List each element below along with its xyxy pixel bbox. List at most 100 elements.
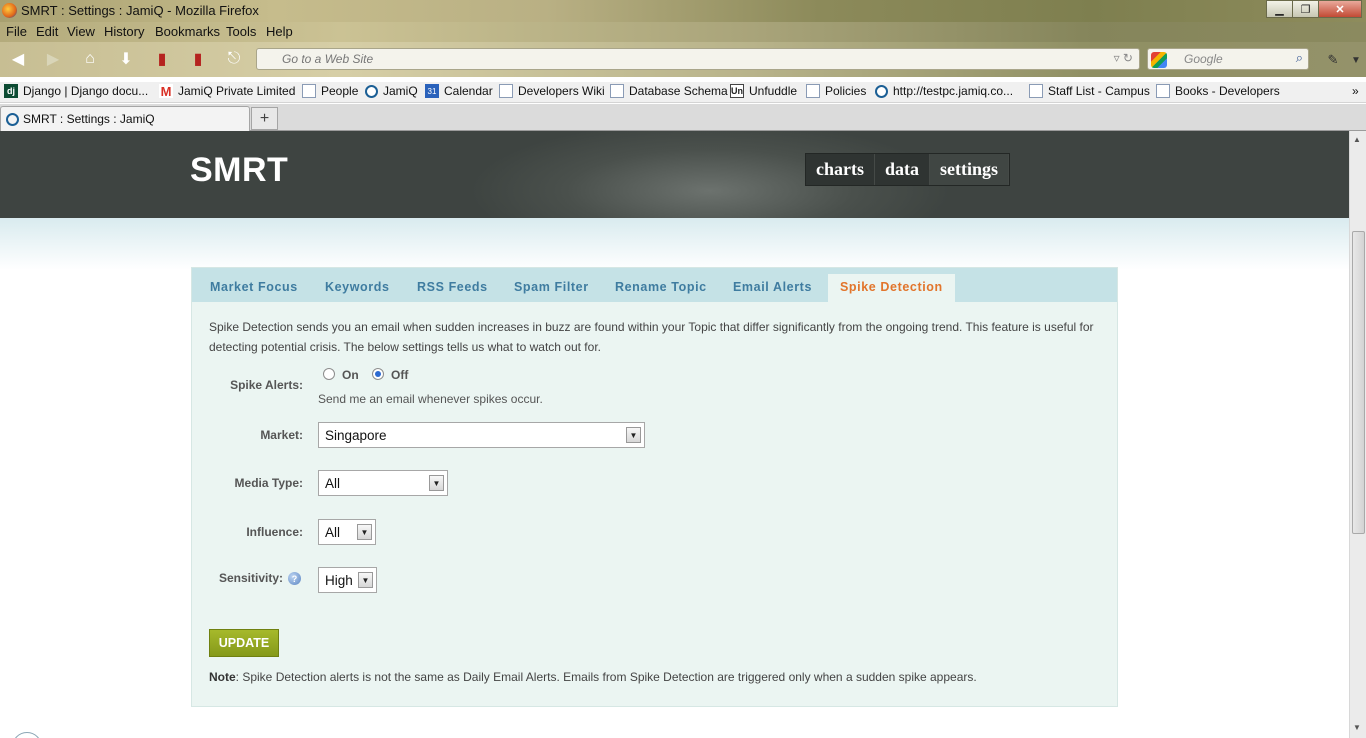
bookmark-red-icon[interactable]: ▮ <box>151 49 173 69</box>
bookmark-people[interactable]: People <box>302 84 358 98</box>
site-logo[interactable]: SMRT <box>190 151 288 190</box>
tab-spike-detection[interactable]: Spike Detection <box>828 274 955 302</box>
settings-tabs: Market Focus Keywords RSS Feeds Spam Fil… <box>192 268 1117 302</box>
jamiq-icon <box>875 84 888 98</box>
scrollbar-thumb[interactable] <box>1352 231 1365 534</box>
spike-alerts-on-radio[interactable] <box>323 368 335 380</box>
nav-charts[interactable]: charts <box>806 154 875 185</box>
firefox-icon <box>2 3 17 18</box>
search-input[interactable]: Google ⌕ <box>1147 48 1309 70</box>
header-gradient-band <box>0 218 1349 270</box>
tab-email-alerts[interactable]: Email Alerts <box>733 280 812 294</box>
bookmark-jamiq-private[interactable]: M JamiQ Private Limited <box>159 84 295 99</box>
tab-rss-feeds[interactable]: RSS Feeds <box>417 280 488 294</box>
media-type-value: All <box>325 476 341 491</box>
url-bar[interactable]: Go to a Web Site ▿ ↻ <box>256 48 1140 70</box>
window-title: SMRT : Settings : JamiQ - Mozilla Firefo… <box>21 3 259 18</box>
reload-icon[interactable]: ▿ ↻ <box>1114 51 1133 65</box>
spike-alerts-off-radio[interactable] <box>372 368 384 380</box>
spike-detection-description: Spike Detection sends you an email when … <box>209 320 1094 354</box>
maximize-button[interactable]: ❐ <box>1292 0 1319 18</box>
toolbar-menu-chevron-icon[interactable]: ▼ <box>1345 50 1366 70</box>
menu-view[interactable]: View <box>67 24 95 39</box>
update-button[interactable]: UPDATE <box>209 629 279 657</box>
chevron-down-icon[interactable]: ▼ <box>429 475 444 491</box>
tab-market-focus[interactable]: Market Focus <box>210 280 298 294</box>
sensitivity-label: Sensitivity: <box>218 571 283 585</box>
site-header: SMRT charts data settings <box>0 131 1349 218</box>
sensitivity-select[interactable]: High ▼ <box>318 567 377 593</box>
help-icon[interactable]: ? <box>288 572 301 585</box>
close-button[interactable]: ✕ <box>1318 0 1362 18</box>
search-icon[interactable]: ⌕ <box>1296 50 1303 66</box>
share-icon[interactable]: ⎋ <box>223 49 245 69</box>
window-titlebar: SMRT : Settings : JamiQ - Mozilla Firefo… <box>0 0 1366 22</box>
note-text: : Spike Detection alerts is not the same… <box>235 670 977 684</box>
django-icon: dj <box>4 84 18 98</box>
home-icon[interactable]: ⌂ <box>79 49 101 69</box>
sensitivity-value: High <box>325 573 353 588</box>
page-icon <box>1156 84 1170 98</box>
bookmark-testpc[interactable]: http://testpc.jamiq.co... <box>875 84 1013 98</box>
site-nav: charts data settings <box>805 153 1011 186</box>
search-placeholder: Google <box>1184 52 1223 66</box>
page-icon <box>499 84 513 98</box>
tab-spam-filter[interactable]: Spam Filter <box>514 280 589 294</box>
nav-data[interactable]: data <box>875 154 931 185</box>
spike-alerts-hint: Send me an email whenever spikes occur. <box>318 392 543 406</box>
influence-select[interactable]: All ▼ <box>318 519 376 545</box>
tab-rename-topic[interactable]: Rename Topic <box>615 280 707 294</box>
bookmark-calendar[interactable]: 31 Calendar <box>425 84 493 98</box>
bookmark-book-icon[interactable]: ▮ <box>187 49 209 69</box>
scroll-up-icon[interactable]: ▲ <box>1353 135 1361 144</box>
bookmark-books-developers[interactable]: Books - Developers <box>1156 84 1280 98</box>
menu-history[interactable]: History <box>104 24 144 39</box>
bookmark-jamiq[interactable]: JamiQ <box>365 84 418 98</box>
media-type-select[interactable]: All ▼ <box>318 470 448 496</box>
menu-file[interactable]: File <box>6 24 27 39</box>
jamiq-icon <box>365 84 378 98</box>
nav-settings[interactable]: settings <box>930 154 1010 185</box>
bookmark-django[interactable]: dj Django | Django docu... <box>4 84 148 98</box>
menu-tools[interactable]: Tools <box>226 24 256 39</box>
tab-keywords[interactable]: Keywords <box>325 280 390 294</box>
bookmark-unfuddle[interactable]: Un Unfuddle <box>730 84 797 98</box>
google-icon[interactable] <box>1151 52 1167 68</box>
media-type-label: Media Type: <box>234 476 303 490</box>
back-icon[interactable]: ◀ <box>7 49 29 69</box>
spike-detection-note: Note: Spike Detection alerts is not the … <box>209 670 977 684</box>
bookmark-staff-list[interactable]: Staff List - Campus <box>1029 84 1150 98</box>
menu-edit[interactable]: Edit <box>36 24 58 39</box>
bookmarks-overflow-chevron-icon[interactable]: » <box>1352 84 1359 98</box>
spike-alerts-on-label[interactable]: On <box>342 368 359 382</box>
spike-alerts-off-label[interactable]: Off <box>391 368 408 382</box>
menu-bookmarks[interactable]: Bookmarks <box>155 24 220 39</box>
page-icon <box>610 84 624 98</box>
bookmark-policies[interactable]: Policies <box>806 84 866 98</box>
minimize-button[interactable]: ▁ <box>1266 0 1293 18</box>
spike-alerts-label: Spike Alerts: <box>230 378 303 392</box>
unfuddle-icon: Un <box>730 84 744 98</box>
bookmarks-bar: dj Django | Django docu... M JamiQ Private… <box>0 82 1366 103</box>
scroll-down-icon[interactable]: ▼ <box>1353 723 1361 732</box>
market-select[interactable]: Singapore ▼ <box>318 422 645 448</box>
browser-tab[interactable]: SMRT : Settings : JamiQ <box>0 106 250 132</box>
influence-value: All <box>325 525 341 540</box>
bottom-widget-icon <box>12 732 42 738</box>
addon-icon[interactable]: ✎ <box>1322 50 1344 70</box>
download-icon[interactable]: ⬇ <box>115 49 137 69</box>
menu-help[interactable]: Help <box>266 24 293 39</box>
note-label: Note <box>209 670 236 684</box>
chevron-down-icon[interactable]: ▼ <box>626 427 641 443</box>
new-tab-button[interactable]: + <box>251 107 278 130</box>
vertical-scrollbar[interactable]: ▲ ▼ <box>1349 131 1366 738</box>
browser-tab-title: SMRT : Settings : JamiQ <box>23 112 155 126</box>
bookmark-developers-wiki[interactable]: Developers Wiki <box>499 84 605 98</box>
forward-icon[interactable]: ▶ <box>42 49 64 69</box>
chevron-down-icon[interactable]: ▼ <box>357 524 372 540</box>
bookmark-database-schema[interactable]: Database Schema <box>610 84 728 98</box>
page-icon <box>302 84 316 98</box>
market-value: Singapore <box>325 428 387 443</box>
chevron-down-icon[interactable]: ▼ <box>358 572 373 588</box>
page-viewport: SMRT charts data settings Market Focus K… <box>0 131 1349 738</box>
